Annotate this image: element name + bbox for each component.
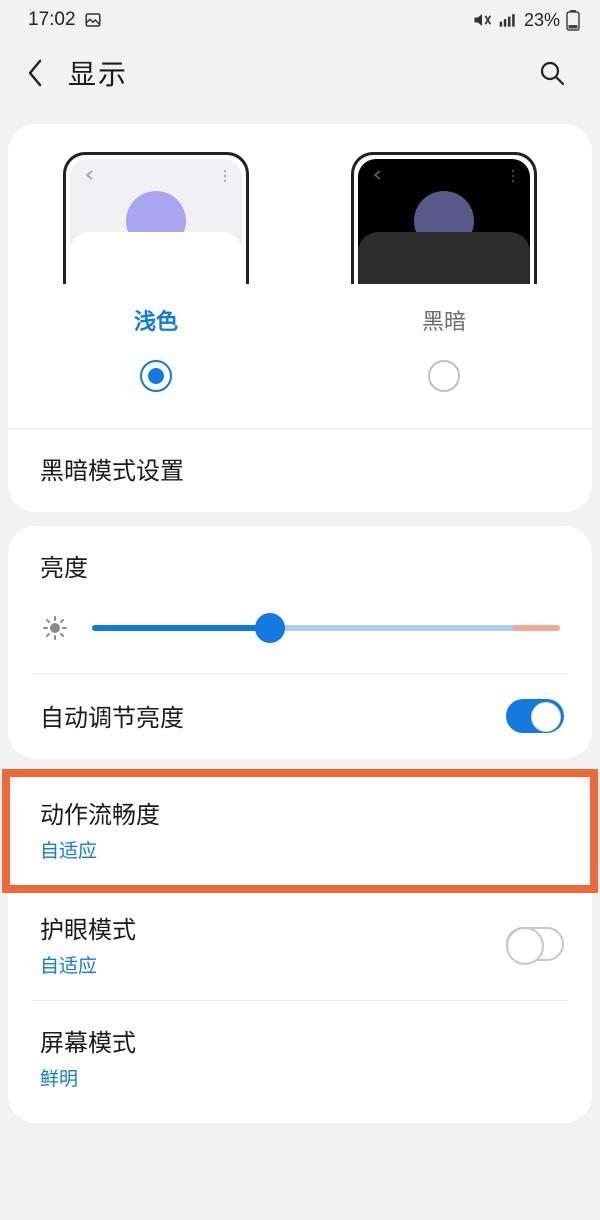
theme-option-light[interactable]: 浅色 bbox=[26, 152, 286, 392]
dark-theme-label: 黑暗 bbox=[422, 304, 466, 336]
battery-icon bbox=[566, 9, 580, 31]
screen-mode-value: 鲜明 bbox=[40, 1064, 560, 1091]
status-time: 17:02 bbox=[28, 9, 76, 31]
signal-icon bbox=[498, 10, 518, 30]
theme-card: 浅色 黑暗 黑暗模式设置 bbox=[8, 124, 592, 512]
battery-percent: 23% bbox=[524, 10, 560, 31]
brightness-block: 亮度 bbox=[8, 526, 592, 673]
auto-brightness-label: 自动调节亮度 bbox=[40, 698, 184, 733]
brightness-slider-thumb[interactable] bbox=[255, 613, 285, 643]
status-bar: 17:02 23% bbox=[0, 0, 600, 40]
brightness-slider-row bbox=[40, 613, 560, 643]
eye-comfort-title: 护眼模式 bbox=[40, 910, 136, 945]
motion-smoothness-row[interactable]: 动作流畅度 自适应 bbox=[8, 773, 592, 889]
light-theme-label: 浅色 bbox=[134, 304, 178, 336]
theme-option-dark[interactable]: 黑暗 bbox=[314, 152, 574, 392]
eye-comfort-switch[interactable] bbox=[506, 927, 564, 961]
chevron-left-icon bbox=[25, 57, 47, 89]
dark-theme-radio[interactable] bbox=[428, 360, 460, 392]
app-bar: 显示 bbox=[0, 40, 600, 106]
eye-comfort-value: 自适应 bbox=[40, 951, 136, 978]
dark-mode-settings-label: 黑暗模式设置 bbox=[40, 451, 560, 486]
page-title: 显示 bbox=[68, 53, 128, 93]
motion-smoothness-value: 自适应 bbox=[40, 836, 560, 863]
auto-brightness-row[interactable]: 自动调节亮度 bbox=[8, 674, 592, 759]
screen-mode-title: 屏幕模式 bbox=[40, 1023, 560, 1058]
screen-mode-row[interactable]: 屏幕模式 鲜明 bbox=[8, 1001, 592, 1117]
brightness-title: 亮度 bbox=[40, 548, 560, 583]
theme-row: 浅色 黑暗 bbox=[8, 124, 592, 410]
light-theme-thumbnail bbox=[63, 152, 249, 284]
eye-comfort-row[interactable]: 护眼模式 自适应 bbox=[8, 890, 592, 1000]
light-theme-radio[interactable] bbox=[140, 360, 172, 392]
brightness-slider[interactable] bbox=[92, 625, 560, 631]
search-icon bbox=[538, 59, 566, 87]
status-right: 23% bbox=[472, 9, 580, 31]
status-left: 17:02 bbox=[28, 9, 102, 31]
sun-icon bbox=[40, 613, 70, 643]
display-options-card: 动作流畅度 自适应 护眼模式 自适应 屏幕模式 鲜明 bbox=[8, 773, 592, 1123]
auto-brightness-switch[interactable] bbox=[506, 699, 564, 733]
mute-vibrate-icon bbox=[472, 10, 492, 30]
back-button[interactable] bbox=[8, 45, 64, 101]
brightness-card: 亮度 自动调节亮度 bbox=[8, 526, 592, 759]
dark-mode-settings-row[interactable]: 黑暗模式设置 bbox=[8, 429, 592, 512]
search-button[interactable] bbox=[528, 49, 576, 97]
picture-icon bbox=[84, 11, 102, 29]
motion-smoothness-title: 动作流畅度 bbox=[40, 795, 560, 830]
dark-theme-thumbnail bbox=[351, 152, 537, 284]
